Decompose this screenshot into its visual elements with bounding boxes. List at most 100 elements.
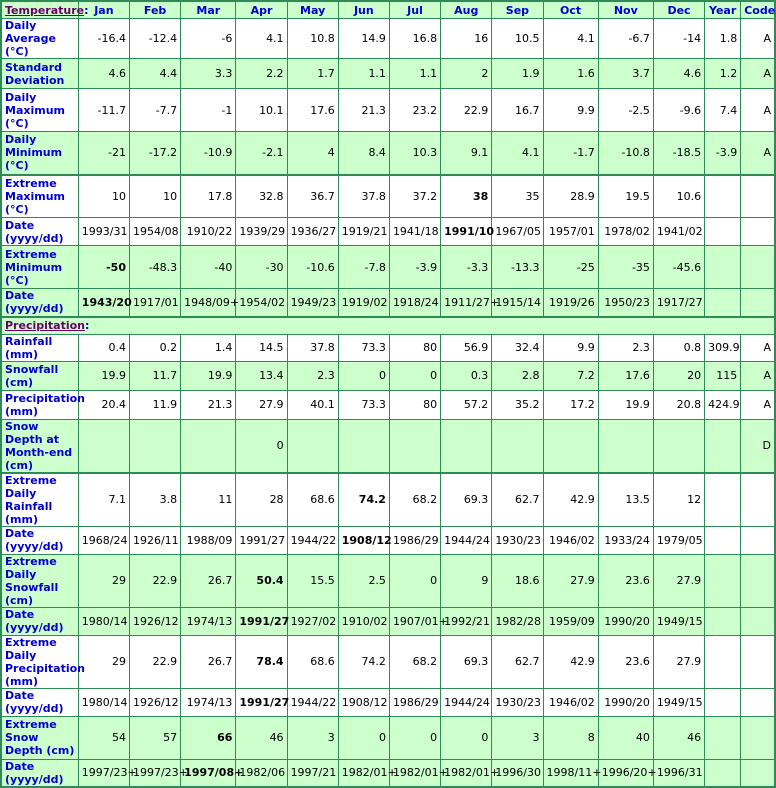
cell-oct: 9.9	[542, 88, 599, 132]
cell-code: A	[740, 131, 776, 175]
cell-code	[740, 245, 776, 289]
cell-code	[740, 288, 776, 317]
table-row: Date (yyyy/dd) 1980/14 1926/12 1974/13 1991/…	[0, 606, 776, 636]
cell-year	[704, 606, 742, 636]
cell-jul: 1986/29	[388, 687, 442, 717]
colon: :	[84, 319, 90, 332]
cell-mar: -1	[180, 88, 237, 132]
cell-apr: 1991/27	[235, 525, 288, 555]
cell-jan: 19.9	[77, 360, 130, 391]
cell-oct: -1.7	[542, 131, 599, 175]
cell-nov: 23.6	[597, 634, 654, 689]
cell-nov	[597, 418, 654, 473]
cell-sep: 62.7	[491, 471, 544, 527]
row-label: Date (yyyy/dd)	[0, 288, 79, 317]
cell-jan: 1968/24	[77, 525, 130, 555]
table-row: Snow Depth at Month-end (cm) 0 D	[0, 418, 776, 473]
cell-may: 1.7	[286, 58, 339, 89]
cell-nov: 40	[597, 715, 654, 760]
cell-feb: 22.9	[128, 634, 182, 689]
cell-jun: 2.5	[337, 553, 390, 608]
cell-code: A	[740, 58, 776, 89]
cell-dec: 20	[652, 360, 706, 391]
cell-nov: 1978/02	[597, 217, 654, 246]
cell-aug: 1944/24	[440, 525, 493, 555]
cell-mar	[180, 418, 237, 473]
cell-dec: -18.5	[652, 131, 706, 175]
column-header-jun: Jun	[337, 0, 390, 19]
cell-jul: 1918/24	[388, 288, 442, 317]
cell-jul: 10.3	[388, 131, 442, 175]
cell-dec: 1941/02	[652, 217, 706, 246]
cell-jul	[388, 418, 442, 473]
cell-code	[740, 758, 776, 788]
cell-oct: 28.9	[542, 173, 599, 218]
table-row: Extreme Daily Precipitation (mm) 29 22.9 26…	[0, 634, 776, 689]
cell-feb: 1926/12	[128, 606, 182, 636]
cell-dec: 1917/27	[652, 288, 706, 317]
cell-dec: 0.8	[652, 333, 706, 362]
row-label: Standard Deviation	[0, 58, 79, 89]
cell-sep: 35.2	[491, 389, 544, 420]
row-label: Date (yyyy/dd)	[0, 217, 79, 246]
cell-jan: 1943/20	[77, 288, 132, 317]
row-label: Extreme Snow Depth (cm)	[0, 715, 79, 760]
cell-jul: 0	[388, 553, 442, 608]
cell-jun: 1982/01+	[337, 758, 397, 788]
cell-apr: 32.8	[235, 173, 288, 218]
cell-feb: 4.4	[128, 58, 182, 89]
row-label: Extreme Minimum (°C)	[0, 245, 79, 289]
cell-feb: 57	[128, 715, 182, 760]
cell-jan: 1980/14	[77, 687, 130, 717]
precipitation-link[interactable]: Precipitation	[5, 319, 85, 332]
cell-aug: 22.9	[440, 88, 493, 132]
column-header-code: Code	[740, 0, 776, 19]
cell-jun: 74.2	[337, 634, 390, 689]
cell-dec: -45.6	[652, 245, 706, 289]
cell-apr: 13.4	[235, 360, 288, 391]
cell-dec: 1979/05	[652, 525, 706, 555]
cell-aug: 1991/10	[440, 217, 494, 246]
cell-jun: 73.3	[337, 333, 390, 362]
cell-jul: 1907/01+	[388, 606, 448, 636]
row-label: Daily Average (°C)	[0, 18, 79, 59]
cell-jan: 0.4	[77, 333, 130, 362]
cell-nov: -35	[597, 245, 654, 289]
cell-oct: 1957/01	[542, 217, 599, 246]
cell-sep: 1996/30	[491, 758, 544, 788]
cell-nov: 1996/20+	[597, 758, 657, 788]
cell-feb: 1917/01	[128, 288, 182, 317]
cell-code: A	[740, 360, 776, 391]
cell-jan: 10	[77, 173, 130, 218]
cell-year: 424.9	[704, 389, 742, 420]
cell-aug: -3.3	[440, 245, 493, 289]
cell-apr: 14.5	[235, 333, 288, 362]
table-row: Standard Deviation 4.6 4.4 3.3 2.2 1.7 1.1 1.1 2…	[0, 58, 776, 89]
cell-mar: -40	[180, 245, 237, 289]
cell-may: 1936/27	[286, 217, 339, 246]
table-row: Snowfall (cm) 19.9 11.7 19.9 13.4 2.3 0 0 0.3 2.8…	[0, 360, 776, 391]
cell-sep: 3	[491, 715, 544, 760]
cell-aug: 1911/27+	[440, 288, 499, 317]
cell-mar: 1.4	[180, 333, 237, 362]
cell-nov: 13.5	[597, 471, 654, 527]
table-row: Precipitation (mm) 20.4 11.9 21.3 27.9 40.1 73…	[0, 389, 776, 420]
cell-jun: 1910/02	[337, 606, 390, 636]
precipitation-section: Precipitation: Rainfall (mm) 0.4 0.2 1.4 14.…	[0, 315, 776, 788]
cell-year	[704, 715, 742, 760]
cell-code: A	[740, 88, 776, 132]
cell-oct: 1946/02	[542, 525, 599, 555]
cell-mar: 1910/22	[180, 217, 237, 246]
cell-apr: 0	[235, 418, 288, 473]
cell-dec: 10.6	[652, 173, 706, 218]
cell-aug: 1982/01+	[440, 758, 499, 788]
cell-jul: 1.1	[388, 58, 442, 89]
cell-jun: 0	[337, 360, 390, 391]
column-header-may: May	[286, 0, 339, 19]
cell-oct: 1998/11+	[542, 758, 601, 788]
cell-mar: 11	[180, 471, 237, 527]
temperature-link[interactable]: Temperature	[5, 4, 84, 17]
cell-may: 1927/02	[286, 606, 339, 636]
cell-may: 3	[286, 715, 339, 760]
cell-year: 1.8	[704, 18, 742, 59]
